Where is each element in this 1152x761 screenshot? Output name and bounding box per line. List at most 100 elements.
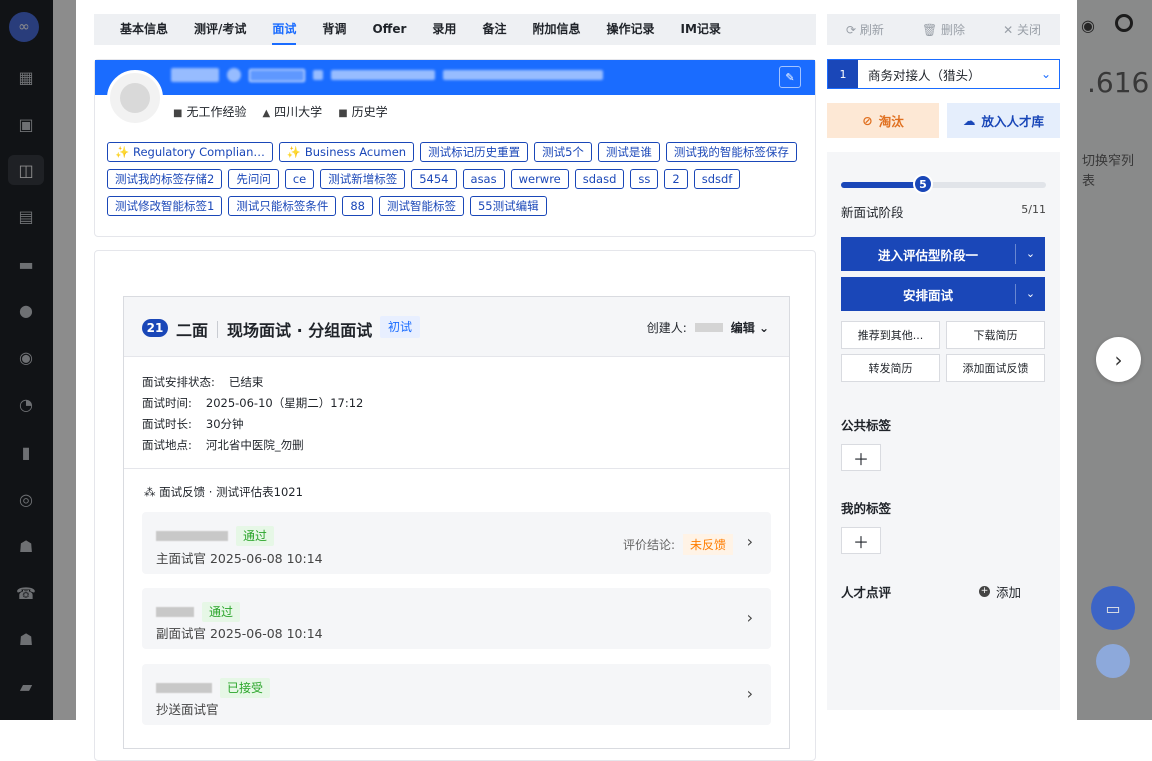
tag-item[interactable]: ce [284,169,315,189]
tag-item[interactable]: ✨ Regulatory Complian… [107,142,273,162]
major-info: ■ 历史学 [338,105,388,119]
tag-item[interactable]: 测试是谁 [597,142,660,162]
tag-item[interactable]: 测试修改智能标签1 [107,196,223,216]
stage-select[interactable]: 1 商务对接人（猎头） ⌄ [827,59,1060,89]
edit-icon[interactable]: ✎ [779,66,801,88]
tag-item[interactable]: sdsdf [693,169,741,189]
public-tags-title: 公共标签 [841,418,892,433]
tab-basic-info[interactable]: 基本信息 [120,14,168,45]
refresh-button[interactable]: ⟳ 刷新 [846,21,884,38]
ban-icon: ⊘ [862,113,873,128]
add-my-tag-button[interactable]: ＋ [841,527,881,554]
chevron-down-icon[interactable]: ⌄ [1015,244,1045,264]
feedback-item[interactable]: 通过 主面试官 2025-06-08 10:14 评价结论: 未反馈 › [142,512,771,574]
add-public-tag-button[interactable]: ＋ [841,444,881,471]
stage-panel: 5 新面试阶段 5/11 进入评估型阶段一 ⌄ 安排面试 ⌄ 推荐到其他... 下载… [827,152,1060,710]
close-button[interactable]: ✕ 关闭 [1003,21,1041,38]
tab-hired[interactable]: 录用 [432,14,456,45]
tag-item[interactable]: 测试5个 [534,142,592,162]
tag-item[interactable]: 先问问 [228,169,279,189]
tag-item[interactable]: 测试智能标签 [378,196,464,216]
tag-item[interactable]: 2 [664,169,688,189]
school-icon: ▲ [262,108,271,119]
next-candidate-button[interactable]: › [1096,337,1141,382]
experience-info: ■ 无工作经验 [173,105,247,119]
forward-resume-button[interactable]: 转发简历 [841,354,940,382]
tag-item[interactable]: 测试我的标签存储2 [107,169,223,189]
chat-icon[interactable]: ▭ [1091,586,1135,630]
tag-item[interactable]: 测试我的智能标签保存 [665,142,797,162]
tag-item[interactable]: sdasd [574,169,625,189]
creator-label: 创建人: [646,321,687,335]
progress-fill [841,182,923,188]
comment-title: 人才点评 [841,585,892,600]
tag-item[interactable]: 测试只能标签条件 [228,196,337,216]
profile-header: ✎ [95,60,815,95]
candidate-info: ■ 无工作经验 ▲ 四川大学 ■ 历史学 [173,103,388,120]
status-badge: 通过 [236,526,275,546]
stage-name: 商务对接人（猎头） [868,67,981,83]
detail-row: 面试安排状态: 已结束 [142,375,264,389]
chevron-right-icon: › [746,532,753,551]
recommend-button[interactable]: 推荐到其他... [841,321,940,349]
progress-knob[interactable]: 5 [913,174,933,194]
tag-item[interactable]: 55测试编辑 [469,196,547,216]
download-resume-button[interactable]: 下载简历 [946,321,1045,349]
tab-im-log[interactable]: IM记录 [680,14,720,45]
interview-details: 面试安排状态: 已结束 面试时间: 2025-06-10（星期二）17:12 面试时… [124,357,789,469]
schedule-interview-button[interactable]: 安排面试 ⌄ [841,277,1045,311]
tab-background-check[interactable]: 背调 [322,14,346,45]
tag-item[interactable]: ✨ Business Acumen [278,142,415,162]
add-comment-button[interactable]: + 添加 [979,582,1021,601]
tab-interview[interactable]: 面试 [272,14,297,45]
status-badge: 通过 [202,602,241,622]
tab-assessment[interactable]: 测评/考试 [194,14,246,45]
tag-item[interactable]: 5454 [411,169,457,189]
school-info: ▲ 四川大学 [262,105,323,119]
stage-label: 新面试阶段 [841,205,904,220]
stage-number: 1 [828,60,858,88]
tab-offer[interactable]: Offer [372,14,406,45]
feedback-item[interactable]: 通过 副面试官 2025-06-08 10:14 › [142,588,771,649]
candidate-contact-redacted [171,68,603,82]
tab-extra-info[interactable]: 附加信息 [532,14,580,45]
tag-item[interactable]: 测试新增标签 [320,169,406,189]
feedback-item[interactable]: 已接受 抄送面试官 › [142,664,771,725]
interview-card-header: 21 二面 现场面试 · 分组面试 初试 创建人: 编辑 ⌄ [124,297,789,357]
plus-circle-icon: + [979,586,990,597]
tag-item[interactable]: werwre [510,169,569,189]
add-feedback-button[interactable]: 添加面试反馈 [946,354,1045,382]
delete-button[interactable]: 🗑 删除 [922,21,965,38]
chevron-down-icon[interactable]: ⌄ [1015,284,1045,304]
detail-row: 面试时间: 2025-06-10（星期二）17:12 [142,396,364,410]
briefcase-icon: ■ [173,108,183,119]
my-tags-title: 我的标签 [841,501,892,516]
profile-card: ✎ ■ 无工作经验 ▲ 四川大学 ■ 历史学 ✨ Regulatory Complia… [94,59,816,237]
tab-operation-log[interactable]: 操作记录 [606,14,654,45]
chevron-right-icon: › [746,608,753,627]
chevron-right-icon: › [746,684,753,703]
interview-card: 21 二面 现场面试 · 分组面试 初试 创建人: 编辑 ⌄ 面试安排状态: 已结束… [123,296,790,749]
status-badge: 已接受 [220,678,271,698]
detail-row: 面试地点: 河北省中医院_勿删 [142,438,304,452]
tag-item[interactable]: asas [462,169,505,189]
feedback-role: 副面试官 2025-06-08 10:14 [156,626,323,641]
tab-bar: 基本信息 测评/考试 面试 背调 Offer 录用 备注 附加信息 操作记录 I… [94,14,816,45]
round-badge: 21 [142,319,168,337]
tag-item[interactable]: 测试标记历史重置 [420,142,529,162]
edit-button[interactable]: 编辑 ⌄ [731,319,769,336]
stage-count: 5/11 [1021,203,1046,216]
eliminate-button[interactable]: ⊘ 淘汰 [827,103,939,138]
tab-notes[interactable]: 备注 [482,14,506,45]
interview-title: 二面 现场面试 · 分组面试 [176,320,373,340]
stage-progress[interactable]: 5 [841,174,1046,194]
talent-pool-button[interactable]: ☁ 放入人才库 [947,103,1060,138]
tag-item[interactable]: 88 [342,196,373,216]
creator-info: 创建人: 编辑 ⌄ [647,319,769,336]
assistant-icon[interactable] [1096,644,1130,678]
detail-row: 面试时长: 30分钟 [142,417,244,431]
tag-item[interactable]: ss [630,169,659,189]
chevron-down-icon: ⌄ [1040,67,1052,81]
interview-record-panel: 21 二面 现场面试 · 分组面试 初试 创建人: 编辑 ⌄ 面试安排状态: 已结束… [94,250,816,761]
enter-stage-button[interactable]: 进入评估型阶段一 ⌄ [841,237,1045,271]
